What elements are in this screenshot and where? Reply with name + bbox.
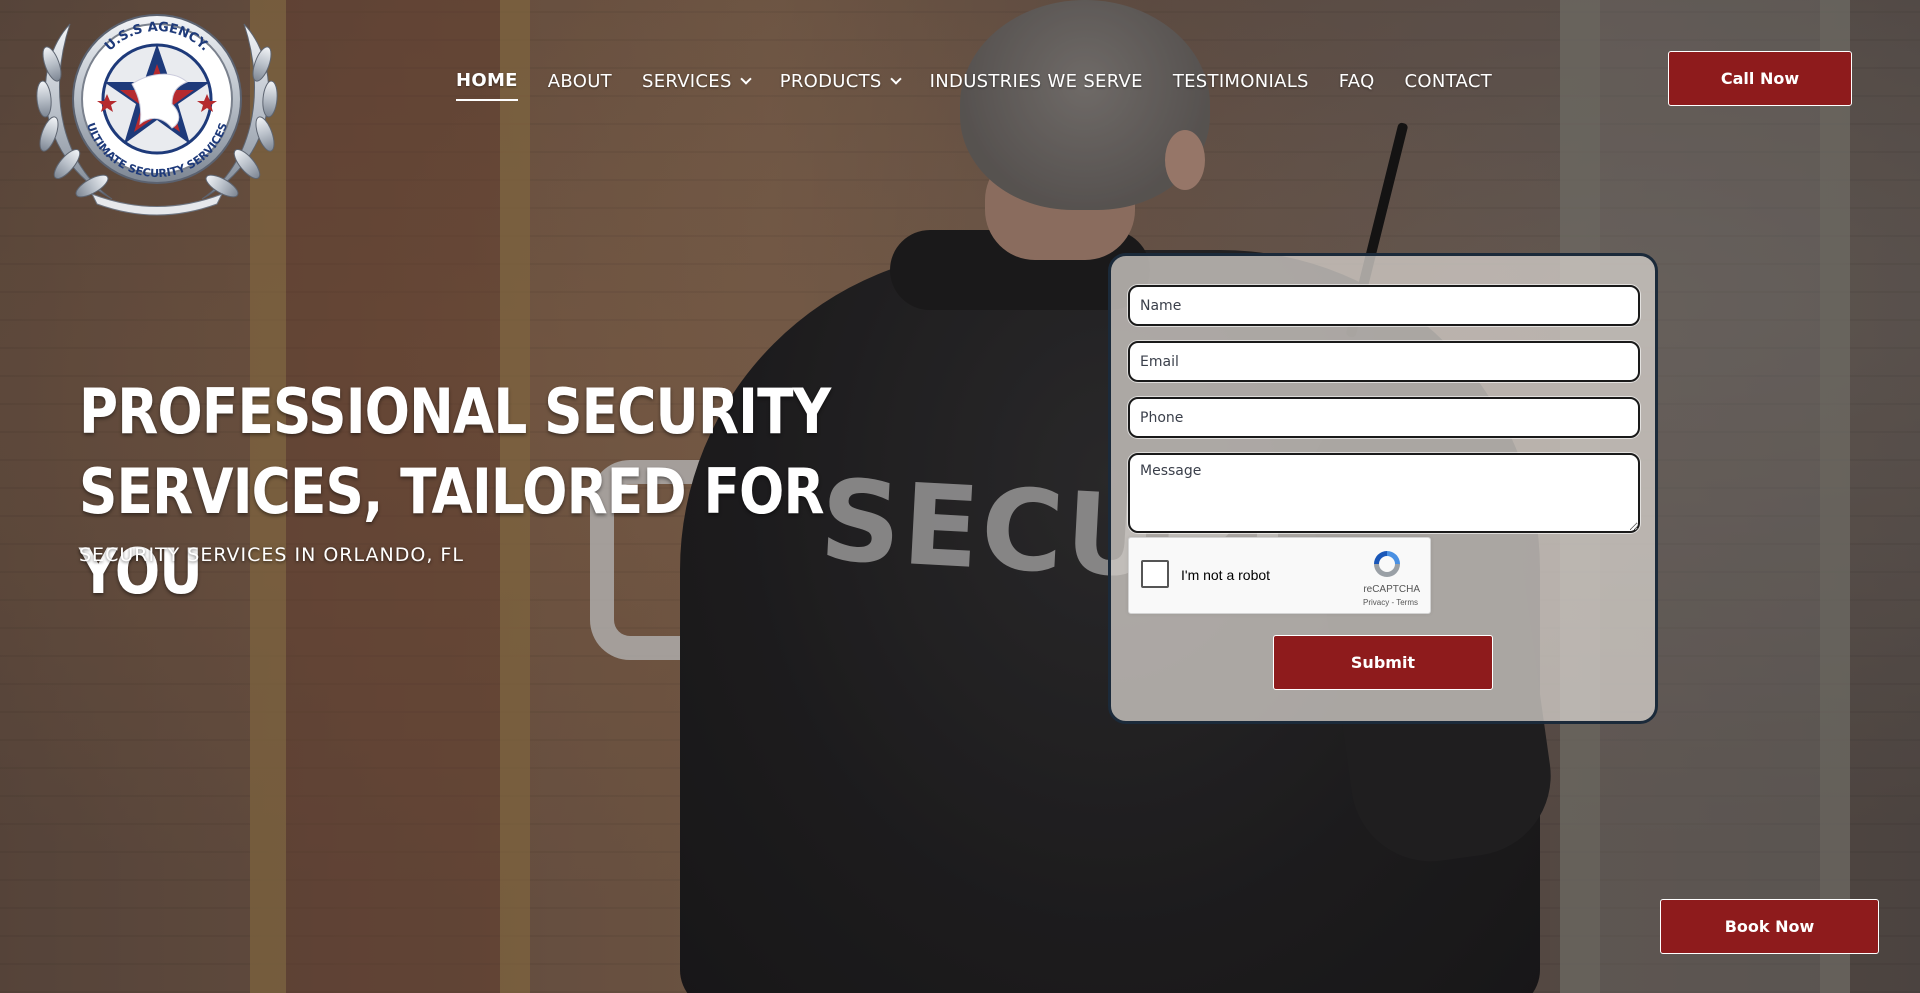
nav-item-faq[interactable]: FAQ xyxy=(1339,70,1375,101)
phone-field[interactable] xyxy=(1128,397,1640,438)
chevron-down-icon xyxy=(889,73,902,85)
nav-label: SERVICES xyxy=(641,71,732,92)
nav-item-products[interactable]: PRODUCTS xyxy=(779,70,902,101)
nav-item-home[interactable]: HOME xyxy=(456,70,518,101)
recaptcha-privacy-terms-link[interactable]: Privacy - Terms xyxy=(1363,598,1418,607)
logo-badge-icon: U.S.S AGENCY. ULTIMATE SECURITY SERVICES xyxy=(36,14,278,216)
hero-title: PROFESSIONAL SECURITY SERVICES, TAILORED… xyxy=(79,375,831,608)
email-field[interactable] xyxy=(1128,341,1640,382)
nav-label: INDUSTRIES WE SERVE xyxy=(929,71,1143,92)
nav-label: FAQ xyxy=(1338,71,1375,92)
main-nav: HOME ABOUT SERVICES PRODUCTS INDUSTRIES … xyxy=(456,70,1522,101)
contact-form: I'm not a robot reCAPTCHA Privacy - Term… xyxy=(1108,253,1658,724)
recaptcha-icon xyxy=(1374,551,1400,577)
submit-button[interactable]: Submit xyxy=(1273,635,1493,690)
nav-item-about[interactable]: ABOUT xyxy=(548,70,612,101)
recaptcha-checkbox[interactable] xyxy=(1141,560,1169,588)
recaptcha-label: I'm not a robot xyxy=(1181,567,1271,583)
nav-label: TESTIMONIALS xyxy=(1172,71,1309,92)
call-now-button[interactable]: Call Now xyxy=(1668,51,1852,106)
nav-item-industries[interactable]: INDUSTRIES WE SERVE xyxy=(930,70,1143,101)
nav-item-testimonials[interactable]: TESTIMONIALS xyxy=(1173,70,1309,101)
nav-label: PRODUCTS xyxy=(779,71,882,92)
nav-item-contact[interactable]: CONTACT xyxy=(1405,70,1492,101)
nav-label: ABOUT xyxy=(547,71,612,92)
site-logo[interactable]: U.S.S AGENCY. ULTIMATE SECURITY SERVICES xyxy=(22,4,292,218)
message-field[interactable] xyxy=(1128,453,1640,533)
nav-label: HOME xyxy=(456,70,518,91)
name-field[interactable] xyxy=(1128,285,1640,326)
recaptcha-brand: reCAPTCHA xyxy=(1363,584,1420,595)
nav-item-services[interactable]: SERVICES xyxy=(641,70,752,101)
hero-subtitle: SECURITY SERVICES IN ORLANDO, FL xyxy=(79,544,464,566)
nav-label: CONTACT xyxy=(1404,71,1493,92)
recaptcha-widget: I'm not a robot reCAPTCHA Privacy - Term… xyxy=(1128,537,1431,614)
chevron-down-icon xyxy=(740,73,752,85)
book-now-button[interactable]: Book Now xyxy=(1660,899,1879,954)
